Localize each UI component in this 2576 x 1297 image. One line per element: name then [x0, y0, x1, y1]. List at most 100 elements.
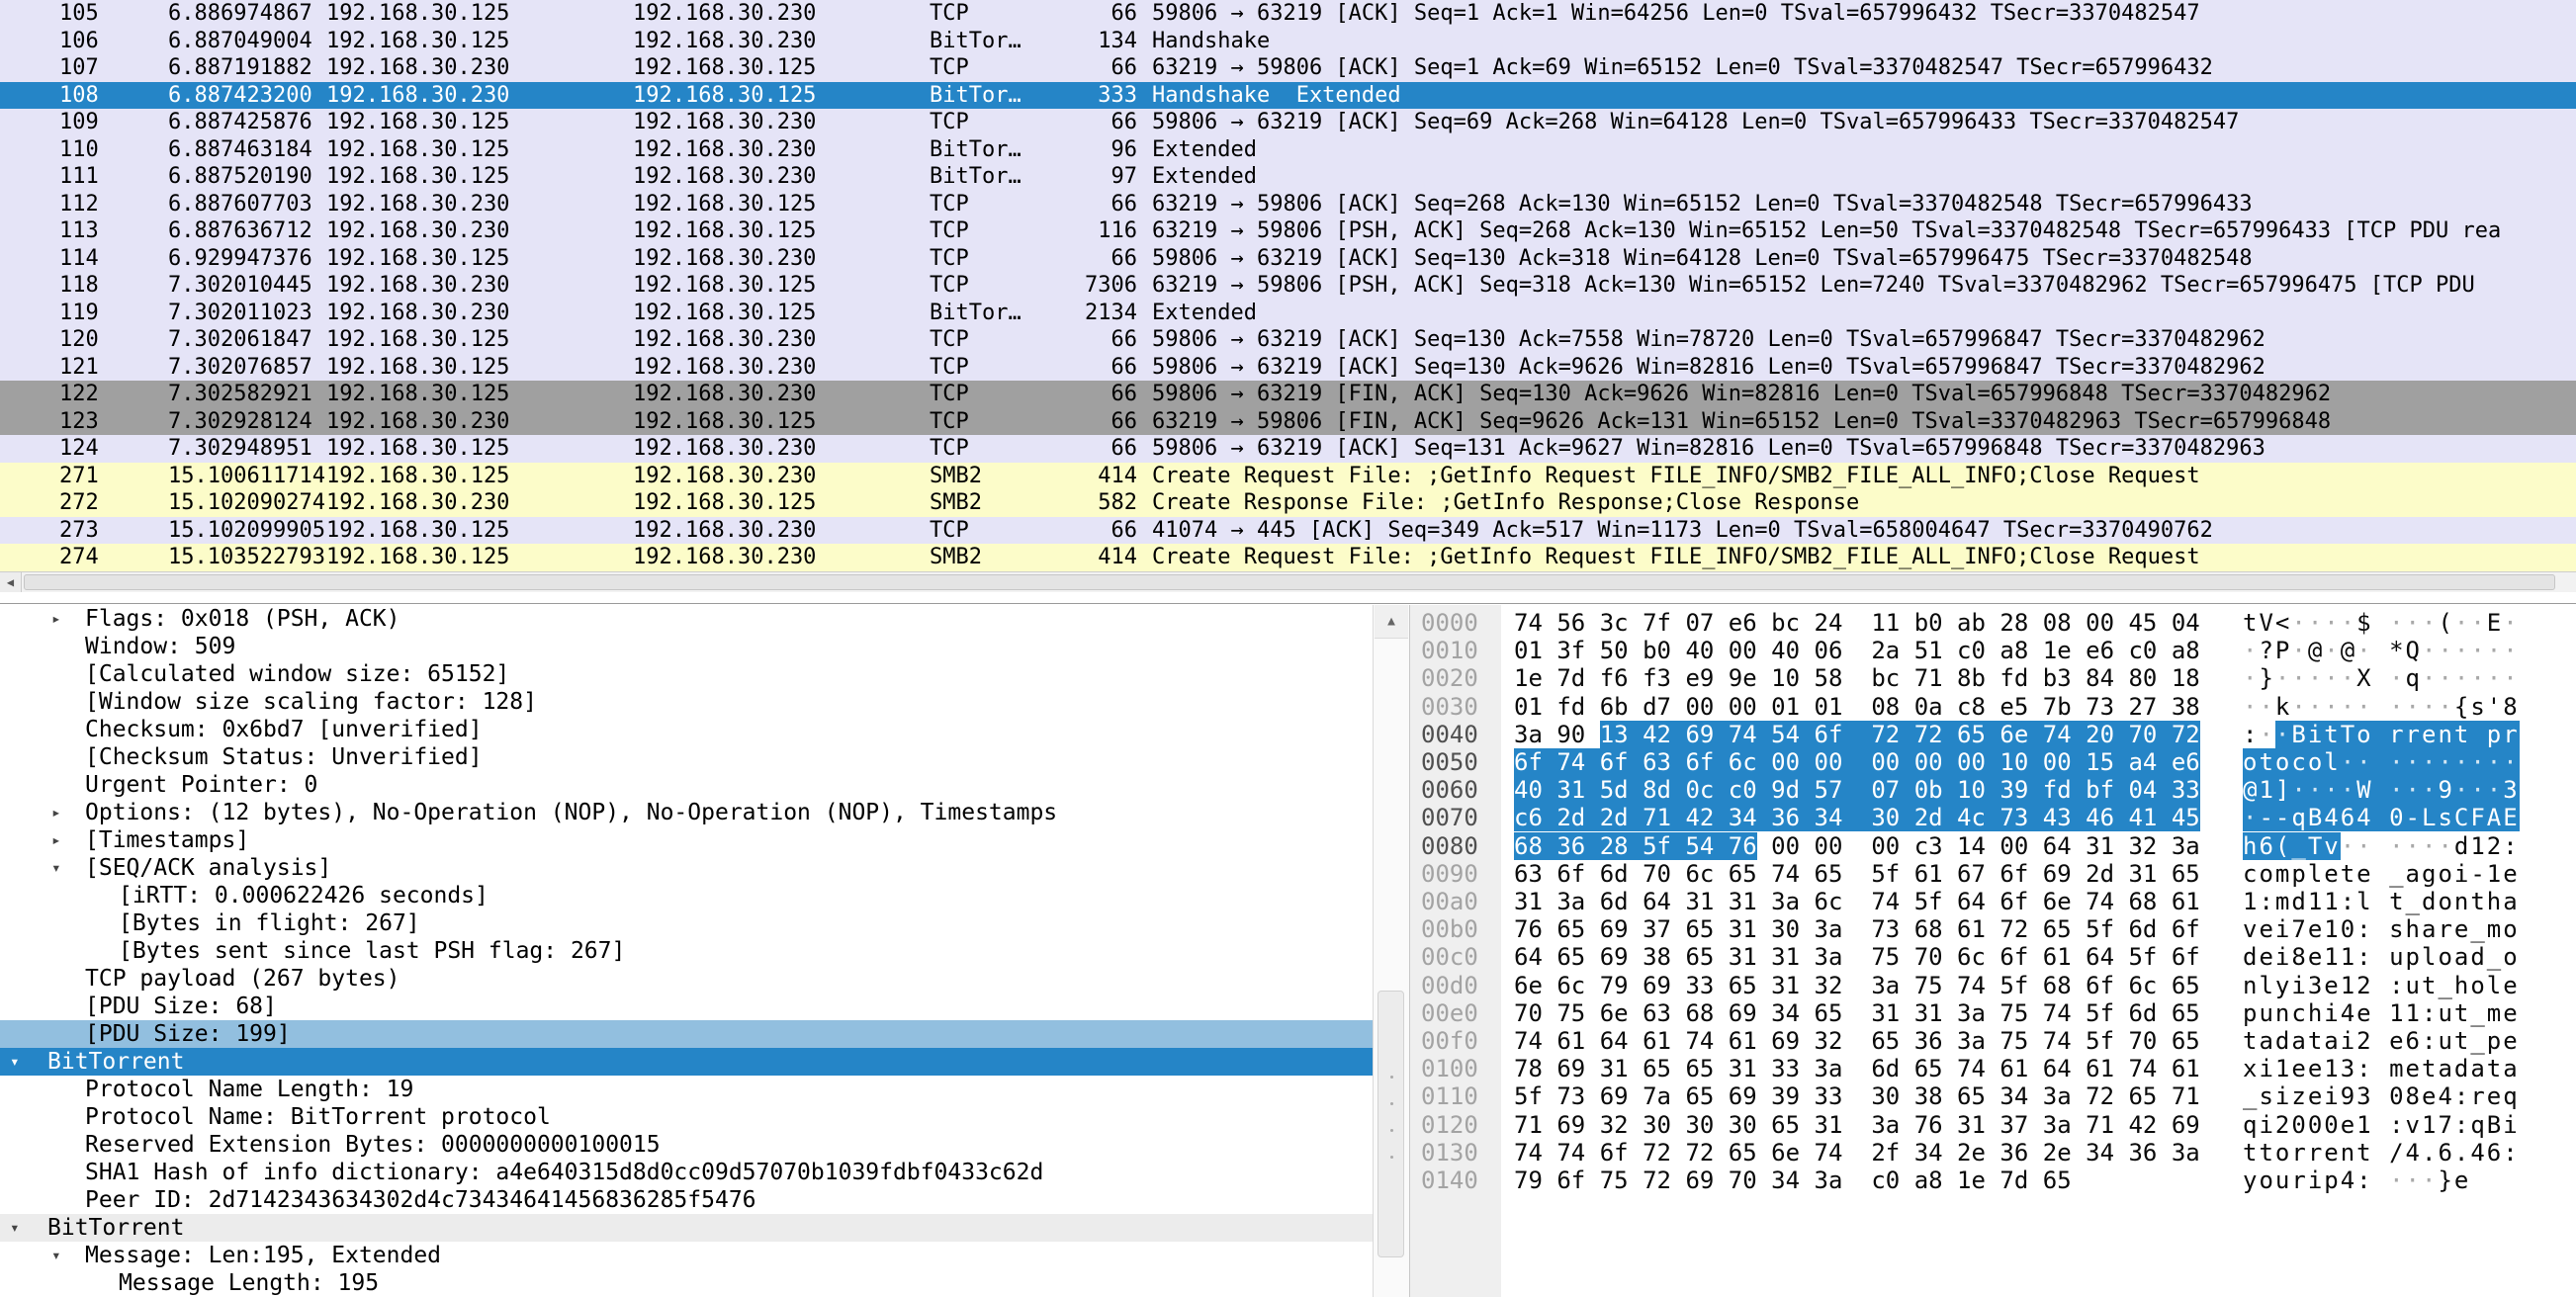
hex-offset: 00c0 — [1421, 943, 1478, 971]
detail-tree-row[interactable]: ▸Options: (12 bytes), No-Operation (NOP)… — [0, 799, 1373, 826]
packet-protocol: BitTor… — [930, 82, 1022, 110]
packet-row[interactable]: 1187.302010445192.168.30.230192.168.30.1… — [0, 272, 2576, 300]
detail-tree-row[interactable]: [PDU Size: 199] — [0, 1020, 1373, 1048]
hex-row[interactable]: 00506f 74 6f 63 6f 6c 00 00 00 00 00 10 … — [1410, 748, 2576, 776]
packet-row[interactable]: 1086.887423200192.168.30.230192.168.30.1… — [0, 82, 2576, 110]
details-vertical-scrollbar[interactable]: ▲ — [1373, 605, 1409, 1297]
hex-row[interactable]: 012071 69 32 30 30 30 65 31 3a 76 31 37 … — [1410, 1111, 2576, 1139]
packet-destination: 192.168.30.230 — [633, 435, 816, 463]
packet-row[interactable]: 27315.102099905192.168.30.125192.168.30.… — [0, 517, 2576, 545]
hex-bytes: 74 56 3c 7f 07 e6 bc 24 11 b0 ab 28 08 0… — [1514, 609, 2200, 637]
packet-row[interactable]: 1146.929947376192.168.30.125192.168.30.2… — [0, 245, 2576, 273]
packet-row[interactable]: 1126.887607703192.168.30.230192.168.30.1… — [0, 191, 2576, 218]
detail-tree-row[interactable]: ▾BitTorrent — [0, 1048, 1373, 1076]
packet-row[interactable]: 1207.302061847192.168.30.125192.168.30.2… — [0, 326, 2576, 354]
expanded-arrow-icon[interactable]: ▾ — [51, 854, 61, 882]
detail-tree-row[interactable]: Protocol Name: BitTorrent protocol — [0, 1103, 1373, 1131]
detail-tree-row[interactable]: [Calculated window size: 65152] — [0, 660, 1373, 688]
detail-field-text: Message Length: 195 — [119, 1269, 379, 1297]
detail-tree-row[interactable]: ▾BitTorrent — [0, 1214, 1373, 1242]
packet-source: 192.168.30.230 — [326, 300, 509, 327]
detail-tree-row[interactable]: [PDU Size: 68] — [0, 993, 1373, 1020]
detail-tree-row[interactable]: ▾[SEQ/ACK analysis] — [0, 854, 1373, 882]
packet-row[interactable]: 1116.887520190192.168.30.125192.168.30.2… — [0, 163, 2576, 191]
packet-info: 59806 → 63219 [FIN, ACK] Seq=130 Ack=962… — [1152, 381, 2331, 408]
collapsed-arrow-icon[interactable]: ▸ — [51, 826, 61, 854]
packet-row[interactable]: 1106.887463184192.168.30.125192.168.30.2… — [0, 136, 2576, 164]
detail-tree-row[interactable]: [Window size scaling factor: 128] — [0, 688, 1373, 716]
hex-row[interactable]: 009063 6f 6d 70 6c 65 74 65 5f 61 67 6f … — [1410, 860, 2576, 888]
packet-row[interactable]: 1066.887049004192.168.30.125192.168.30.2… — [0, 28, 2576, 55]
detail-tree-row[interactable]: Peer ID: 2d7142343634302d4c7343464145683… — [0, 1186, 1373, 1214]
detail-tree-row[interactable]: Window: 509 — [0, 633, 1373, 660]
pane-splitter[interactable] — [0, 592, 2576, 603]
detail-tree-row[interactable]: [Bytes sent since last PSH flag: 267] — [0, 937, 1373, 965]
detail-tree-row[interactable]: Message Length: 195 — [0, 1269, 1373, 1297]
packet-row[interactable]: 27115.100611714192.168.30.125192.168.30.… — [0, 463, 2576, 490]
packet-destination: 192.168.30.125 — [633, 300, 816, 327]
packet-details-pane[interactable]: ▸Flags: 0x018 (PSH, ACK)Window: 509[Calc… — [0, 605, 1373, 1297]
hex-row[interactable]: 00a031 3a 6d 64 31 31 3a 6c 74 5f 64 6f … — [1410, 888, 2576, 915]
hex-row[interactable]: 003001 fd 6b d7 00 00 01 01 08 0a c8 e5 … — [1410, 693, 2576, 721]
detail-tree-row[interactable]: ▾Message: Len:195, Extended — [0, 1242, 1373, 1269]
detail-tree-row[interactable]: TCP payload (267 bytes) — [0, 965, 1373, 993]
packet-row[interactable]: 1076.887191882192.168.30.230192.168.30.1… — [0, 54, 2576, 82]
hex-row[interactable]: 001001 3f 50 b0 40 00 40 06 2a 51 c0 a8 … — [1410, 637, 2576, 664]
packet-row[interactable]: 1227.302582921192.168.30.125192.168.30.2… — [0, 381, 2576, 408]
packet-row[interactable]: 27215.102090274192.168.30.230192.168.30.… — [0, 489, 2576, 517]
expanded-arrow-icon[interactable]: ▾ — [10, 1214, 20, 1242]
detail-field-text: [Checksum Status: Unverified] — [85, 743, 483, 771]
detail-tree-row[interactable]: [Bytes in flight: 267] — [0, 909, 1373, 937]
detail-tree-row[interactable]: [iRTT: 0.000622426 seconds] — [0, 882, 1373, 909]
hex-row[interactable]: 008068 36 28 5f 54 76 00 00 00 c3 14 00 … — [1410, 832, 2576, 860]
packet-row[interactable]: 1056.886974867192.168.30.125192.168.30.2… — [0, 0, 2576, 28]
detail-tree-row[interactable]: Checksum: 0x6bd7 [unverified] — [0, 716, 1373, 743]
expanded-arrow-icon[interactable]: ▾ — [51, 1242, 61, 1269]
detail-tree-row[interactable]: Urgent Pointer: 0 — [0, 771, 1373, 799]
packet-info: 63219 → 59806 [PSH, ACK] Seq=268 Ack=130… — [1152, 217, 2501, 245]
hex-row[interactable]: 01105f 73 69 7a 65 69 39 33 30 38 65 34 … — [1410, 1082, 2576, 1110]
hex-dump-pane[interactable]: 000074 56 3c 7f 07 e6 bc 24 11 b0 ab 28 … — [1409, 605, 2576, 1297]
detail-tree-row[interactable]: ▸[Timestamps] — [0, 826, 1373, 854]
expanded-arrow-icon[interactable]: ▾ — [10, 1048, 20, 1076]
vertical-scrollbar-thumb[interactable] — [1377, 991, 1404, 1257]
packet-row[interactable]: 1096.887425876192.168.30.125192.168.30.2… — [0, 109, 2576, 136]
detail-tree-row[interactable]: SHA1 Hash of info dictionary: a4e640315d… — [0, 1159, 1373, 1186]
hex-row[interactable]: 00403a 90 13 42 69 74 54 6f 72 72 65 6e … — [1410, 721, 2576, 748]
packet-row[interactable]: 1197.302011023192.168.30.230192.168.30.1… — [0, 300, 2576, 327]
hex-row[interactable]: 00b076 65 69 37 65 31 30 3a 73 68 61 72 … — [1410, 915, 2576, 943]
scroll-up-button[interactable]: ▲ — [1375, 605, 1408, 639]
scroll-left-button[interactable]: ◀ — [0, 572, 22, 592]
packet-row[interactable]: 1237.302928124192.168.30.230192.168.30.1… — [0, 408, 2576, 436]
packet-length: 2134 — [1017, 300, 1137, 327]
hex-row[interactable]: 006040 31 5d 8d 0c c0 9d 57 07 0b 10 39 … — [1410, 776, 2576, 804]
collapsed-arrow-icon[interactable]: ▸ — [51, 799, 61, 826]
hex-row[interactable]: 00f074 61 64 61 74 61 69 32 65 36 3a 75 … — [1410, 1027, 2576, 1055]
packet-row[interactable]: 27415.103522793192.168.30.125192.168.30.… — [0, 544, 2576, 571]
detail-tree-row[interactable]: Reserved Extension Bytes: 00000000001000… — [0, 1131, 1373, 1159]
hex-ascii: 1:md11:l t_dontha — [2243, 888, 2520, 915]
packet-protocol: TCP — [930, 326, 969, 354]
hex-row[interactable]: 00d06e 6c 79 69 33 65 31 32 3a 75 74 5f … — [1410, 972, 2576, 999]
hex-row[interactable]: 014079 6f 75 72 69 70 34 3a c0 a8 1e 7d … — [1410, 1167, 2576, 1194]
packet-row[interactable]: 1247.302948951192.168.30.125192.168.30.2… — [0, 435, 2576, 463]
hex-row[interactable]: 00c064 65 69 38 65 31 31 3a 75 70 6c 6f … — [1410, 943, 2576, 971]
hex-row[interactable]: 0070c6 2d 2d 71 42 34 36 34 30 2d 4c 73 … — [1410, 804, 2576, 831]
hex-row[interactable]: 00e070 75 6e 63 68 69 34 65 31 31 3a 75 … — [1410, 999, 2576, 1027]
horizontal-scrollbar-thumb[interactable] — [24, 574, 2555, 590]
hex-row[interactable]: 00201e 7d f6 f3 e9 9e 10 58 bc 71 8b fd … — [1410, 664, 2576, 692]
hex-row[interactable]: 013074 74 6f 72 72 65 6e 74 2f 34 2e 36 … — [1410, 1139, 2576, 1167]
detail-tree-row[interactable]: [Checksum Status: Unverified] — [0, 743, 1373, 771]
packet-list-pane[interactable]: 1056.886974867192.168.30.125192.168.30.2… — [0, 0, 2576, 571]
packet-row[interactable]: 1217.302076857192.168.30.125192.168.30.2… — [0, 354, 2576, 382]
collapsed-arrow-icon[interactable]: ▸ — [51, 605, 61, 633]
hex-row[interactable]: 010078 69 31 65 65 31 33 3a 6d 65 74 61 … — [1410, 1055, 2576, 1082]
packet-list-horizontal-scrollbar[interactable]: ◀ — [0, 571, 2576, 592]
detail-tree-row[interactable]: Protocol Name Length: 19 — [0, 1076, 1373, 1103]
packet-time: 6.887520190 — [168, 163, 312, 191]
hex-row[interactable]: 000074 56 3c 7f 07 e6 bc 24 11 b0 ab 28 … — [1410, 609, 2576, 637]
packet-row[interactable]: 1136.887636712192.168.30.230192.168.30.1… — [0, 217, 2576, 245]
hex-ascii: xi1ee13: metadata — [2243, 1055, 2520, 1082]
hex-offset: 0090 — [1421, 860, 1478, 888]
detail-tree-row[interactable]: ▸Flags: 0x018 (PSH, ACK) — [0, 605, 1373, 633]
